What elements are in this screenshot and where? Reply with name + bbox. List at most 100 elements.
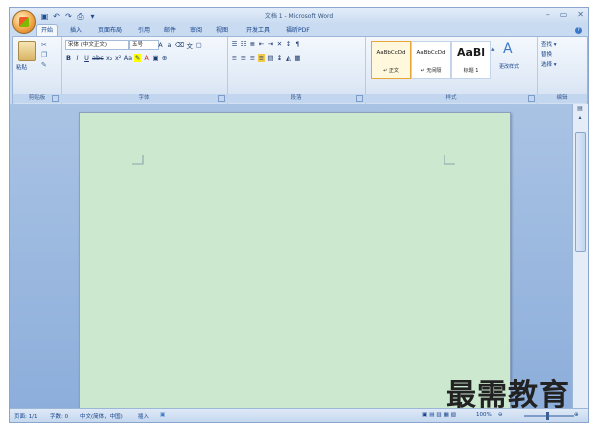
scroll-up-arrow[interactable]: ▴: [576, 114, 584, 121]
insert-mode[interactable]: 插入: [138, 412, 149, 420]
macro-record-icon[interactable]: ▣: [160, 412, 165, 418]
ruler-toggle-icon[interactable]: ▤: [576, 105, 584, 112]
word-count[interactable]: 字数: 0: [50, 412, 68, 420]
tab-foxit-pdf[interactable]: 福昕PDF: [282, 25, 314, 36]
bold-button[interactable]: B: [65, 54, 72, 62]
paste-icon[interactable]: [18, 41, 36, 61]
underline-button[interactable]: U: [83, 54, 90, 62]
numbering-icon[interactable]: ☷: [240, 40, 247, 48]
close-button[interactable]: ✕: [577, 10, 584, 19]
tab-references[interactable]: 引用: [134, 25, 154, 36]
styles-group: AaBbCcDd ↵ 正文 AaBbCcDd ↵ 无间隔 AaBl 标题 1 ▴…: [365, 37, 538, 104]
office-logo-icon: [19, 17, 29, 27]
sort-icon[interactable]: ↕: [285, 40, 292, 48]
font-name-select[interactable]: 宋体 (中文正文): [65, 40, 129, 50]
tab-home[interactable]: 开始: [36, 24, 59, 36]
align-right-icon[interactable]: ≡: [249, 54, 256, 62]
page-count[interactable]: 页面: 1/1: [14, 412, 37, 420]
document-area: [10, 104, 572, 414]
font-color-icon[interactable]: A: [143, 54, 150, 62]
help-icon[interactable]: ?: [575, 27, 582, 34]
grow-font-button[interactable]: A: [157, 41, 164, 49]
watermark: 最需教育: [446, 378, 570, 413]
restore-button[interactable]: ▭: [560, 10, 568, 19]
tab-view[interactable]: 视图: [212, 25, 232, 36]
zoom-slider[interactable]: [524, 412, 574, 420]
paragraph-row2-buttons: ≡ ≡ ≡ ≡ ▤ ↨ ◭ ▦: [231, 54, 301, 62]
crop-mark-left: [132, 155, 144, 165]
tab-insert[interactable]: 插入: [66, 25, 86, 36]
ribbon: 粘贴 ✂ ❐ ✎ 剪贴板 宋体 (中文正文) 五号 A a ⌫ 文 ▢ B I …: [12, 36, 588, 105]
style-normal-tile[interactable]: AaBbCcDd ↵ 正文: [371, 41, 411, 79]
vertical-scrollbar[interactable]: ▤ ▴: [572, 104, 588, 408]
select-button[interactable]: 选择 ▾: [541, 60, 557, 68]
editing-group-label: 编辑: [537, 94, 587, 103]
paragraph-group-label: 段落: [227, 94, 365, 103]
cut-icon[interactable]: ✂: [41, 41, 47, 49]
decrease-indent-icon[interactable]: ⇤: [258, 40, 265, 48]
style-heading1-tile[interactable]: AaBl 标题 1: [451, 41, 491, 79]
enclosed-char-icon[interactable]: ⊕: [161, 54, 168, 62]
window-title: 文档 1 - Microsoft Word: [264, 13, 334, 20]
office-button[interactable]: [12, 10, 36, 34]
paragraph-group: ☰ ☷ ≣ ⇤ ⇥ ✕ ↕ ¶ ≡ ≡ ≡ ≡ ▤ ↨ ◭ ▦ 段落: [227, 37, 366, 104]
paste-button-label[interactable]: 粘贴: [16, 63, 27, 71]
tab-mailings[interactable]: 邮件: [160, 25, 180, 36]
format-painter-icon[interactable]: ✎: [41, 61, 47, 69]
char-shading-icon[interactable]: ▣: [152, 54, 159, 62]
show-marks-icon[interactable]: ¶: [294, 40, 301, 48]
change-styles-label[interactable]: 更改样式: [499, 63, 519, 70]
tab-review[interactable]: 审阅: [186, 25, 206, 36]
align-left-icon[interactable]: ≡: [231, 54, 238, 62]
font-launcher-icon[interactable]: [218, 95, 225, 102]
find-button[interactable]: 查找 ▾: [541, 40, 557, 48]
clipboard-group: 粘贴 ✂ ❐ ✎ 剪贴板: [13, 37, 62, 104]
char-border-icon[interactable]: ▢: [195, 41, 202, 49]
styles-launcher-icon[interactable]: [528, 95, 535, 102]
clipboard-launcher-icon[interactable]: [52, 95, 59, 102]
tab-developer[interactable]: 开发工具: [242, 25, 274, 36]
language-indicator[interactable]: 中文(简体，中国): [80, 412, 123, 420]
style-name: 标题 1: [463, 68, 479, 74]
bullets-icon[interactable]: ☰: [231, 40, 238, 48]
shrink-font-button[interactable]: a: [166, 41, 173, 49]
line-spacing-icon[interactable]: ↨: [276, 54, 283, 62]
subscript-button[interactable]: x₂: [106, 54, 113, 62]
replace-button[interactable]: 替换: [541, 50, 552, 58]
phonetic-guide-icon[interactable]: 文: [186, 40, 193, 50]
style-no-spacing-tile[interactable]: AaBbCcDd ↵ 无间隔: [411, 41, 451, 79]
style-name: ↵ 正文: [383, 68, 399, 74]
asian-layout-icon[interactable]: ✕: [276, 40, 283, 48]
font-size-select[interactable]: 五号: [129, 40, 159, 50]
increase-indent-icon[interactable]: ⇥: [267, 40, 274, 48]
justify-icon[interactable]: ≡: [258, 54, 265, 62]
clear-format-icon[interactable]: ⌫: [175, 41, 184, 49]
strikethrough-button[interactable]: abc: [92, 54, 104, 62]
style-name: ↵ 无间隔: [420, 68, 442, 74]
font-row1-buttons: A a ⌫ 文 ▢: [157, 40, 202, 50]
distributed-icon[interactable]: ▤: [267, 54, 274, 62]
borders-icon[interactable]: ▦: [294, 54, 301, 62]
copy-icon[interactable]: ❐: [41, 51, 47, 59]
paragraph-launcher-icon[interactable]: [356, 95, 363, 102]
word-window: ▣ ↶ ↷ ⎙ ▾ 文档 1 - Microsoft Word – ▭ ✕ 开始…: [9, 7, 589, 423]
align-center-icon[interactable]: ≡: [240, 54, 247, 62]
zoom-in-icon[interactable]: ⊕: [574, 412, 579, 418]
change-styles-icon[interactable]: A: [503, 41, 513, 57]
scroll-thumb[interactable]: [575, 132, 586, 252]
highlight-icon[interactable]: ✎: [134, 54, 142, 62]
style-sample: AaBbCcDd: [376, 50, 406, 56]
tab-page-layout[interactable]: 页面布局: [94, 25, 126, 36]
minimize-button[interactable]: –: [546, 10, 550, 19]
change-case-button[interactable]: Aa: [124, 54, 132, 62]
italic-button[interactable]: I: [74, 54, 81, 62]
multilevel-list-icon[interactable]: ≣: [249, 40, 256, 48]
editing-group: 查找 ▾ 替换 选择 ▾ 编辑: [537, 37, 587, 104]
font-group-label: 字体: [61, 94, 227, 103]
shading-icon[interactable]: ◭: [285, 54, 292, 62]
styles-scroll-icon[interactable]: ▴: [491, 45, 495, 53]
style-sample: AaBbCcDd: [416, 50, 446, 56]
styles-group-label: 样式: [365, 94, 537, 103]
superscript-button[interactable]: x²: [115, 54, 122, 62]
document-page[interactable]: [79, 112, 511, 414]
